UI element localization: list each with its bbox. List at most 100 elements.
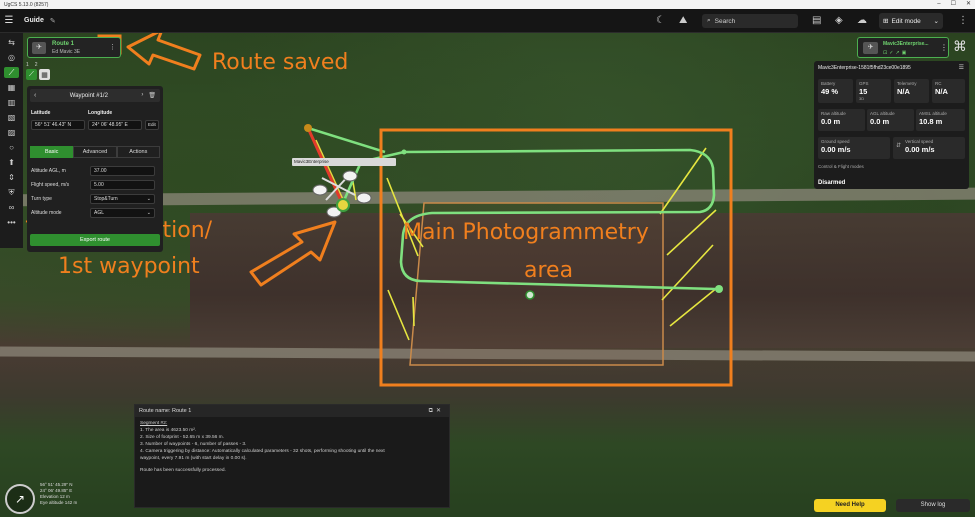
delete-waypoint-icon[interactable]: 🗑 — [148, 92, 156, 99]
photo-plan-icon[interactable]: ▦ — [4, 82, 19, 93]
route-step-icons: ⟋ ▦ — [26, 69, 50, 80]
longitude-field[interactable]: 24° 06' 48.95" E — [88, 120, 142, 130]
copy-icon[interactable]: ⧉ — [429, 408, 436, 414]
turn-type-value: Stop&Turn — [94, 196, 118, 202]
raw-altitude-value: 0.0 m — [821, 117, 841, 126]
rc-label: RC — [935, 81, 942, 86]
vertical-speed-arrows-icon: ⇵ — [896, 143, 902, 149]
tab-advanced[interactable]: Advanced — [73, 146, 117, 158]
edit-mode-dropdown[interactable]: ⊞ Edit mode ⌄ — [879, 13, 943, 29]
coords-edit-button[interactable]: Edit — [145, 120, 159, 130]
layers-stack-icon[interactable]: ◈ — [835, 15, 843, 26]
chevron-down-icon: ⌄ — [933, 18, 939, 25]
route-drone-thumb-icon: ✈ — [32, 42, 46, 54]
telemetry-menu-icon[interactable]: ☰ — [959, 64, 964, 71]
ground-speed-label: Ground speed — [821, 139, 850, 144]
night-mode-icon[interactable]: ☾ — [656, 15, 665, 26]
vertical-scan-icon[interactable]: ⇕ — [4, 172, 19, 183]
log-line: waypoint, every 7.91 m (with start delay… — [140, 456, 247, 461]
route-save-icon[interactable]: ⋮ — [109, 43, 116, 51]
last-waypoint-marker[interactable] — [715, 285, 723, 293]
show-log-button[interactable]: Show log — [896, 499, 970, 512]
drone-more-icon[interactable]: ⋮ — [940, 43, 948, 52]
link-icon[interactable]: ∞ — [4, 202, 19, 213]
chevron-down-icon: ⌄ — [146, 210, 151, 216]
next-waypoint-icon[interactable]: › — [141, 92, 143, 99]
log-line: 3. Number of waypoints - 6, number of pa… — [140, 442, 247, 447]
waypoint-panel: ‹ Waypoint #1/2 › 🗑 Latitude Longitude 5… — [27, 86, 163, 252]
first-survey-waypoint[interactable] — [401, 149, 407, 155]
area-scan-icon[interactable]: ▥ — [4, 97, 19, 108]
flight-modes-label: Control & Flight modes — [818, 164, 864, 169]
route-tool-icon[interactable]: ⟋ — [4, 67, 19, 78]
cloud-icon[interactable]: ☁ — [857, 15, 867, 26]
turn-type-label: Turn type — [31, 196, 52, 202]
battery-value: 49 % — [821, 87, 839, 96]
corridor-icon[interactable]: ▧ — [4, 112, 19, 123]
flight-speed-field[interactable]: 5.00 — [90, 180, 155, 190]
search-placeholder: Search — [714, 17, 736, 25]
waypoint-header: ‹ Waypoint #1/2 › 🗑 — [30, 89, 160, 102]
edit-title-icon[interactable]: ✎ — [50, 17, 56, 25]
tab-basic[interactable]: Basic — [30, 146, 74, 158]
drone-icon[interactable] — [312, 170, 372, 218]
route-log-header: Route name: Route 1 ⧉✕ — [135, 405, 449, 417]
routes-toggle-icon[interactable]: ⇆ — [4, 37, 19, 48]
drone-card[interactable]: ✈ Mavic3Enterprise... ⊡✓↗▣ — [857, 37, 949, 58]
more-tools-icon[interactable]: ••• — [4, 217, 19, 228]
altitude-mode-value: AGL — [94, 210, 105, 216]
shield-icon[interactable]: ⛨ — [4, 187, 19, 198]
map-layers-icon[interactable]: ⛰ — [679, 15, 687, 26]
drone-map-label: Mavic3Enterprise — [292, 158, 396, 166]
route-log-panel: Route name: Route 1 ⧉✕ Segment #2: 1. Th… — [134, 404, 450, 508]
altitude-agl-field[interactable]: 37.00 — [90, 166, 155, 176]
step-area-icon[interactable]: ▦ — [39, 69, 50, 80]
step-takeoff-icon[interactable]: ⟋ — [26, 69, 37, 80]
latitude-field[interactable]: 56° 51' 46.43" N — [31, 120, 85, 130]
mission-file-icon[interactable]: ▤ — [812, 15, 821, 26]
home-point-marker[interactable] — [304, 124, 312, 132]
compass-icon[interactable]: ↗ — [5, 484, 35, 514]
step-number: 2 — [34, 62, 38, 68]
step-number: 1 — [26, 62, 29, 68]
route-log-body: Segment #2: 1. The area is 4623.50 m². 2… — [140, 420, 446, 474]
raw-altitude-box: Raw altitude 0.0 m — [818, 109, 865, 131]
circle-icon[interactable]: ○ — [4, 142, 19, 153]
export-route-button[interactable]: Export route — [30, 234, 160, 246]
amsl-altitude-label: AMSL altitude — [919, 111, 947, 116]
telemetry-value: N/A — [897, 87, 910, 96]
waypoint-title: Waypoint #1/2 — [69, 92, 108, 99]
arm-status: Disarmed — [818, 180, 846, 186]
vehicle-list-icon[interactable]: ◎ — [4, 52, 19, 63]
map-center-marker[interactable] — [525, 290, 535, 300]
raw-altitude-label: Raw altitude — [821, 111, 846, 116]
search-input[interactable]: ⌕ Search — [702, 14, 798, 28]
app-header: ☰ Guide ✎ ☾ ⛰ ⌕ Search ▤ ◈ ☁ ⊞ Edit mode… — [0, 9, 975, 33]
vertical-speed-label: Vertical speed — [905, 139, 934, 144]
route-step-numbers: 1 2 — [26, 62, 38, 68]
turn-type-select[interactable]: Stop&Turn ⌄ — [90, 194, 155, 204]
battery-label: Battery — [821, 81, 836, 86]
header-title: Guide — [24, 17, 44, 24]
hamburger-icon[interactable]: ☰ — [0, 15, 18, 26]
gps-label: GPS — [859, 81, 869, 86]
telemetry-label: Telemetry — [897, 81, 917, 86]
route-card[interactable]: ✈ Route 1 Ed Mavic 3E ⋮ — [27, 37, 121, 58]
more-menu-icon[interactable]: ⋮ — [958, 15, 968, 26]
agl-altitude-label: AGL altitude — [870, 111, 895, 116]
telemetry-panel: Mavic3Enterprise-1581f5fhd23ce00e1895 ☰ … — [814, 61, 969, 189]
facade-icon[interactable]: ▨ — [4, 127, 19, 138]
annotation-area-line1: Main Photogrammetry — [403, 220, 649, 245]
takeoff-line-yellow — [315, 139, 347, 207]
annotation-area-line2: area — [524, 258, 574, 283]
drone-controls-icon[interactable]: ⌘ — [953, 38, 967, 55]
altitude-mode-select[interactable]: AGL ⌄ — [90, 208, 155, 218]
takeoff-icon[interactable]: ⬆ — [4, 157, 19, 168]
log-line: 4. Camera triggering by distance: Automa… — [140, 449, 385, 454]
latitude-label: Latitude — [31, 110, 51, 116]
prev-waypoint-icon[interactable]: ‹ — [34, 92, 36, 99]
tab-actions[interactable]: Actions — [116, 146, 160, 158]
need-help-button[interactable]: Need Help — [814, 499, 886, 512]
left-toolbar: ⇆ ◎ ⟋ ▦ ▥ ▧ ▨ ○ ⬆ ⇕ ⛨ ∞ ••• — [0, 33, 23, 248]
close-icon[interactable]: ✕ — [436, 408, 444, 414]
